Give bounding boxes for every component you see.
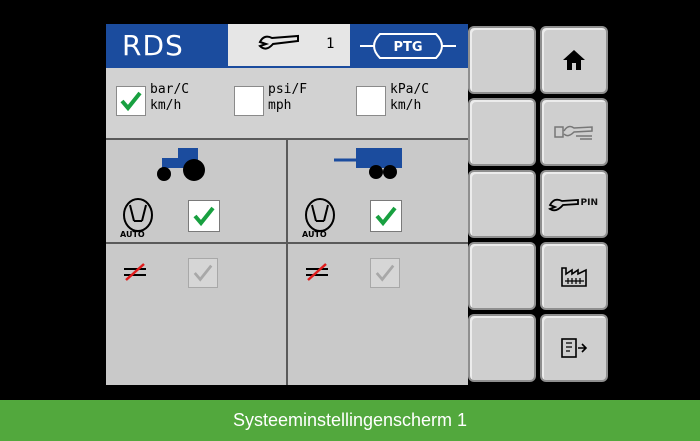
trailer-slip-checkbox[interactable] (370, 258, 400, 288)
softkey-empty-1[interactable] (468, 26, 536, 94)
wrench-icon (258, 34, 299, 50)
checkmark-icon (193, 206, 215, 227)
settings-page-indicator: 1 (228, 24, 350, 68)
wrench-settings-icon (554, 125, 593, 140)
auto-label: AUTO (302, 230, 327, 239)
screen-caption: Systeeminstellingenscherm 1 (0, 400, 700, 441)
factory-icon (561, 267, 587, 287)
app-title: RDS (106, 24, 228, 68)
unit-label-line1: kPa/C (390, 82, 430, 97)
pin-label: PIN (580, 198, 598, 208)
checkmark-icon (375, 264, 395, 282)
terminal-display: RDS 1 PTG bar/C km/h psi/F mph kPa/C km/… (0, 0, 700, 400)
unit-label-line2: mph (268, 98, 292, 113)
checkmark-icon (120, 91, 142, 112)
softkey-empty-2[interactable] (468, 98, 536, 166)
unit-selection: bar/C km/h psi/F mph kPa/C km/h (106, 68, 468, 140)
tractor-slip-checkbox[interactable] (188, 258, 218, 288)
axle-settings: AUTO AUTO (106, 140, 468, 385)
softkey-panel: PIN (468, 24, 610, 385)
exit-icon (561, 338, 588, 358)
unit-checkbox-bar[interactable] (116, 86, 146, 116)
settings-screen: RDS 1 PTG bar/C km/h psi/F mph kPa/C km/… (106, 24, 468, 385)
trailer-icon (334, 148, 402, 179)
screen-header: RDS 1 PTG (106, 24, 468, 68)
home-icon (563, 50, 585, 70)
exit-button[interactable] (540, 314, 608, 382)
unit-label-line2: km/h (390, 98, 422, 113)
settings-page-number: 1 (326, 36, 335, 52)
unit-label-line1: psi/F (268, 82, 308, 97)
unit-checkbox-psi[interactable] (234, 86, 264, 116)
checkmark-icon (375, 206, 397, 227)
ptg-logo: PTG (350, 24, 468, 68)
softkey-empty-5[interactable] (468, 314, 536, 382)
softkey-empty-4[interactable] (468, 242, 536, 310)
tractor-column: AUTO (106, 140, 286, 385)
softkey-empty-3[interactable] (468, 170, 536, 238)
home-button[interactable] (540, 26, 608, 94)
unit-label-line2: km/h (150, 98, 182, 113)
slip-disabled-icon (124, 263, 146, 281)
checkmark-icon (193, 264, 213, 282)
slip-disabled-icon (306, 263, 328, 281)
tractor-auto-checkbox[interactable] (188, 200, 220, 232)
trailer-column: AUTO (288, 140, 468, 385)
settings-button[interactable] (540, 98, 608, 166)
trailer-auto-checkbox[interactable] (370, 200, 402, 232)
ptg-logo-icon: PTG (360, 33, 456, 59)
unit-label-line1: bar/C (150, 82, 190, 97)
unit-checkbox-kpa[interactable] (356, 86, 386, 116)
factory-settings-button[interactable] (540, 242, 608, 310)
tractor-icon (157, 148, 205, 181)
auto-label: AUTO (120, 230, 145, 239)
svg-text:PTG: PTG (393, 40, 422, 55)
pin-settings-button[interactable]: PIN (540, 170, 608, 238)
